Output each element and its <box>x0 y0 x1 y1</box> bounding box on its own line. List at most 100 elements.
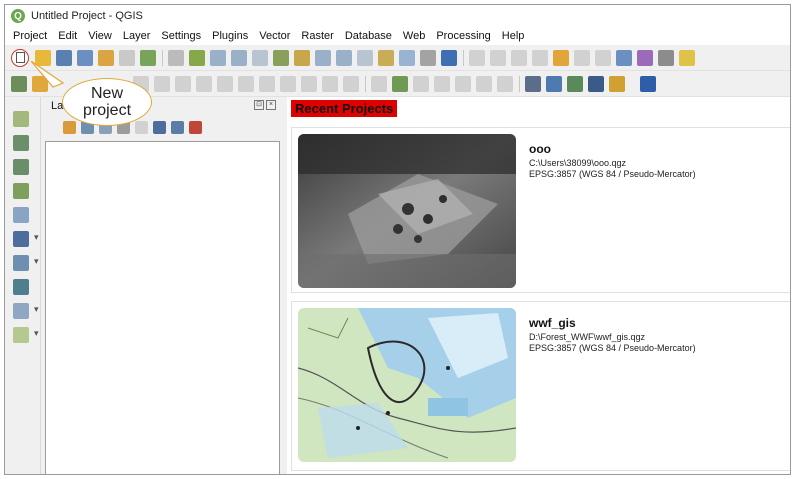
collapse-all-icon[interactable] <box>171 120 184 134</box>
new-shapefile-icon[interactable] <box>13 327 39 343</box>
add-spatialite-icon[interactable] <box>13 207 29 223</box>
add-wms-icon[interactable] <box>13 255 39 271</box>
callout-line-2: project <box>82 102 132 119</box>
label-tool-icon[interactable] <box>371 75 387 92</box>
zoom-in-icon[interactable] <box>210 49 226 66</box>
vertex-tool-icon[interactable] <box>196 75 212 92</box>
pan-to-selection-icon[interactable] <box>189 49 205 66</box>
statistics-icon[interactable] <box>595 49 611 66</box>
add-wcs-icon[interactable] <box>13 303 39 319</box>
window-title: Untitled Project - QGIS <box>31 10 143 22</box>
select-value-icon[interactable] <box>532 49 548 66</box>
undo-icon[interactable] <box>322 75 338 92</box>
recent-project-card[interactable]: ooo C:\Users\38099\ooo.qgz EPSG:3857 (WG… <box>291 127 790 293</box>
add-vector-layer-icon[interactable] <box>13 111 29 127</box>
move-label-icon[interactable] <box>455 75 471 92</box>
bookmark-icon[interactable] <box>399 49 415 66</box>
layer-labeling-icon[interactable] <box>392 75 408 92</box>
sum-icon[interactable] <box>637 49 653 66</box>
menu-view[interactable]: View <box>88 30 112 42</box>
remove-layer-icon[interactable] <box>189 120 202 134</box>
save-as-icon[interactable] <box>77 49 93 66</box>
menu-plugins[interactable]: Plugins <box>212 30 248 42</box>
expand-all-icon[interactable] <box>153 120 166 134</box>
cut-features-icon[interactable] <box>259 75 275 92</box>
menu-database[interactable]: Database <box>345 30 392 42</box>
pin-labels-icon[interactable] <box>413 75 429 92</box>
zoom-native-icon[interactable] <box>252 49 268 66</box>
annotation-icon[interactable] <box>679 49 695 66</box>
field-calculator-icon[interactable] <box>574 49 590 66</box>
python-console-icon[interactable] <box>588 75 604 92</box>
panel-controls: ⊡ × <box>252 100 276 110</box>
select-features-icon[interactable] <box>490 49 506 66</box>
manage-layers-toolbar <box>5 97 41 474</box>
refresh-icon[interactable] <box>441 49 457 66</box>
menu-project[interactable]: Project <box>13 30 47 42</box>
pan-hand-icon[interactable] <box>168 49 184 66</box>
project-thumbnail <box>298 308 516 462</box>
layers-panel: La ⊡ × <box>45 97 280 474</box>
menu-vector[interactable]: Vector <box>259 30 290 42</box>
zoom-to-layer-icon[interactable] <box>315 49 331 66</box>
close-panel-button[interactable]: × <box>266 100 276 110</box>
zoom-out-icon[interactable] <box>231 49 247 66</box>
menu-raster[interactable]: Raster <box>301 30 333 42</box>
digitize-icon[interactable] <box>154 75 170 92</box>
callout-pointer <box>31 61 65 88</box>
add-delimited-text-icon[interactable] <box>13 159 29 175</box>
qgis-window: Q Untitled Project - QGIS Project Edit V… <box>4 4 791 475</box>
database-icon[interactable] <box>525 75 541 92</box>
paste-features-icon[interactable] <box>301 75 317 92</box>
menu-web[interactable]: Web <box>403 30 425 42</box>
show-labels-icon[interactable] <box>434 75 450 92</box>
toolbar-separator <box>365 75 366 92</box>
redo-icon[interactable] <box>343 75 359 92</box>
float-panel-button[interactable]: ⊡ <box>254 100 264 110</box>
zoom-next-icon[interactable] <box>357 49 373 66</box>
menu-edit[interactable]: Edit <box>58 30 77 42</box>
project-path: C:\Users\38099\ooo.qgz <box>529 158 627 168</box>
delete-selected-icon[interactable] <box>238 75 254 92</box>
show-bookmarks-icon[interactable] <box>420 49 436 66</box>
change-label-icon[interactable] <box>497 75 513 92</box>
copy-features-icon[interactable] <box>280 75 296 92</box>
menu-help[interactable]: Help <box>502 30 525 42</box>
zoom-last-icon[interactable] <box>336 49 352 66</box>
new-project-button[interactable] <box>11 48 29 67</box>
new-map-view-icon[interactable] <box>378 49 394 66</box>
identify-icon[interactable] <box>469 49 485 66</box>
map-tips-icon[interactable] <box>658 49 674 66</box>
menu-processing[interactable]: Processing <box>436 30 490 42</box>
modify-attributes-icon[interactable] <box>217 75 233 92</box>
add-wfs-icon[interactable] <box>13 279 29 295</box>
new-print-layout-icon[interactable] <box>98 49 114 66</box>
plugin-globe-icon[interactable] <box>546 75 562 92</box>
help-book-icon[interactable] <box>640 75 656 92</box>
attribute-table-icon[interactable] <box>553 49 569 66</box>
add-feature-icon[interactable] <box>175 75 191 92</box>
menu-settings[interactable]: Settings <box>161 30 201 42</box>
data-source-manager-icon[interactable] <box>11 75 27 92</box>
zoom-to-selection-icon[interactable] <box>294 49 310 66</box>
layout-manager-icon[interactable] <box>119 49 135 66</box>
project-name: ooo <box>529 142 551 156</box>
project-crs: EPSG:3857 (WGS 84 / Pseudo-Mercator) <box>529 343 696 353</box>
add-postgis-icon[interactable] <box>13 231 39 247</box>
project-path: D:\Forest_WWF\wwf_gis.qgz <box>529 332 646 342</box>
menu-layer[interactable]: Layer <box>123 30 151 42</box>
style-manager-icon[interactable] <box>140 49 156 66</box>
layer-style-icon[interactable] <box>63 120 76 134</box>
rotate-label-icon[interactable] <box>476 75 492 92</box>
processing-toolbox-icon[interactable] <box>616 49 632 66</box>
plugin-search-icon[interactable] <box>567 75 583 92</box>
filter-by-expression-icon[interactable] <box>135 120 148 134</box>
deselect-icon[interactable] <box>511 49 527 66</box>
add-raster-layer-icon[interactable] <box>13 135 29 151</box>
zoom-full-icon[interactable] <box>273 49 289 66</box>
plugin-manager-icon[interactable] <box>609 75 625 92</box>
layers-tree[interactable] <box>45 141 280 474</box>
recent-project-card[interactable]: wwf_gis D:\Forest_WWF\wwf_gis.qgz EPSG:3… <box>291 301 790 471</box>
add-gps-layer-icon[interactable] <box>13 183 29 199</box>
new-project-callout: New project <box>62 78 152 126</box>
